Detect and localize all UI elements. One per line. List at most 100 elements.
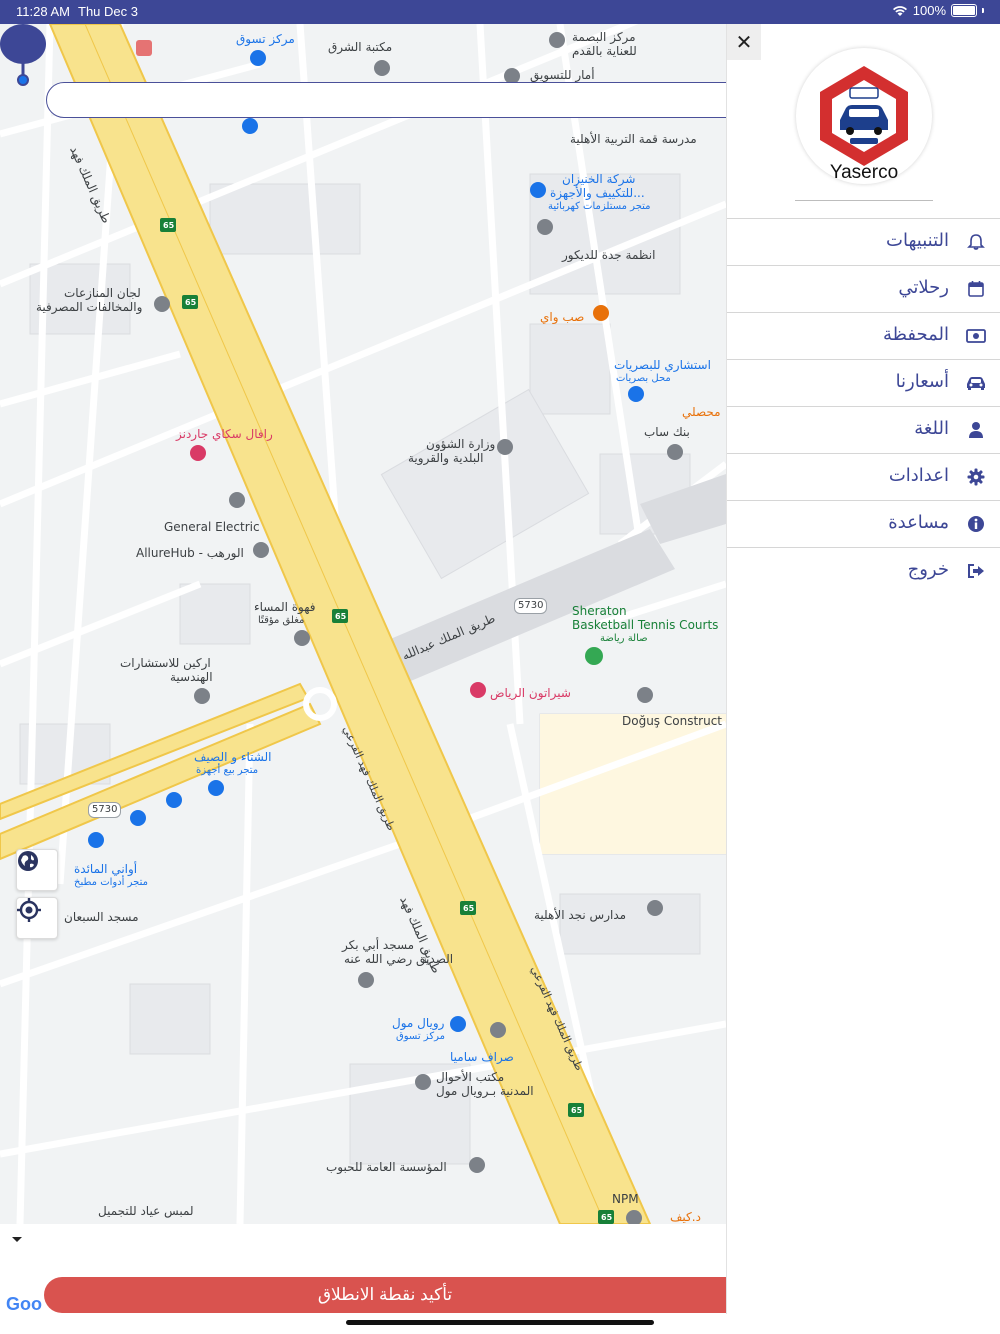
menu-item-label: اعدادات bbox=[888, 465, 949, 486]
sign-out-icon bbox=[965, 560, 987, 582]
map-label: شركة الخنيزان bbox=[562, 172, 636, 186]
menu-item-language[interactable]: اللغة bbox=[727, 407, 1000, 454]
google-logo: Goo bbox=[6, 1294, 42, 1314]
battery-percent: 100% bbox=[912, 3, 946, 18]
menu-item-settings[interactable]: اعدادات bbox=[727, 454, 1000, 501]
battery-tip bbox=[982, 8, 984, 13]
menu-item-help[interactable]: مساعدة bbox=[727, 501, 1000, 548]
map-label: مكتب الأحوال bbox=[436, 1070, 505, 1084]
globe-icon bbox=[18, 851, 38, 871]
status-date: Thu Dec 3 bbox=[78, 4, 138, 19]
map-label: محصلي bbox=[682, 405, 721, 419]
map-label: المؤسسة العامة للحبوب bbox=[326, 1160, 447, 1174]
map-label: للتكييف والأجهزة... bbox=[550, 186, 645, 200]
confirm-pickup-button[interactable]: تأكيد نقطة الانطلاق bbox=[44, 1277, 726, 1313]
pickup-pin-icon[interactable] bbox=[0, 24, 46, 86]
calendar-icon bbox=[965, 278, 987, 300]
menu-item-label: أسعارنا bbox=[895, 371, 949, 392]
menu-item-label: اللغة bbox=[914, 418, 949, 439]
car-icon bbox=[965, 372, 987, 394]
map-label: مركز تسوق bbox=[236, 32, 295, 46]
road-number: 5730 bbox=[514, 598, 548, 614]
map-label: انظمة جدة للديكور bbox=[562, 248, 656, 262]
map-label: الشتاء و الصيف bbox=[194, 750, 272, 764]
menu-item-notifications[interactable]: التنبيهات bbox=[727, 219, 1000, 266]
map-label: Sheraton bbox=[572, 604, 627, 618]
home-indicator[interactable] bbox=[346, 1320, 654, 1325]
close-button[interactable]: ✕ bbox=[727, 24, 761, 60]
map-label: صب واي bbox=[540, 310, 585, 324]
map-label: Basketball Tennis Courts bbox=[572, 618, 719, 632]
map-label: General Electric bbox=[164, 520, 260, 534]
map-label: متجر بيع أجهزة bbox=[196, 765, 259, 776]
map-label: صالة رياضة bbox=[600, 633, 648, 644]
map-label: مدارس نجد الأهلية bbox=[534, 908, 627, 922]
map-label: رافال سكاي جاردنز bbox=[176, 427, 273, 441]
map-label: الهندسية bbox=[170, 670, 213, 684]
map-label: مركز البصمة bbox=[572, 30, 636, 44]
svg-text:65: 65 bbox=[163, 221, 175, 230]
gear-icon bbox=[965, 466, 987, 488]
status-bar: 11:28 AM Thu Dec 3 100% bbox=[0, 0, 1000, 24]
map-view[interactable]: 65 65 65 65 65 65 مكتبة الشرق مركز البصم… bbox=[0, 24, 726, 1224]
map-label: شيراتون الرياض bbox=[490, 686, 571, 700]
map-label: أواني المائدة bbox=[74, 862, 138, 876]
brand-name: Yaserco bbox=[829, 162, 899, 183]
map-label: محل بصريات bbox=[616, 373, 671, 384]
map-label: بنك ساب bbox=[644, 425, 690, 439]
map-label: مغلق مؤقتًا bbox=[258, 615, 305, 626]
svg-text:65: 65 bbox=[463, 904, 475, 913]
wifi-icon bbox=[892, 5, 907, 16]
menu-item-wallet[interactable]: المحفظة bbox=[727, 313, 1000, 360]
user-icon bbox=[965, 419, 987, 441]
map-label: والمخالفات المصرفية bbox=[36, 300, 143, 314]
map-label: وزارة الشؤون bbox=[426, 437, 496, 451]
map-label: صراف ساميا bbox=[450, 1050, 514, 1064]
menu-item-label: المحفظة bbox=[882, 324, 949, 345]
map-label: NPM bbox=[612, 1192, 639, 1206]
menu-item-label: التنبيهات bbox=[886, 230, 949, 251]
map-label: لمبس عياد للتجميل bbox=[98, 1204, 194, 1218]
status-right: 100% bbox=[892, 3, 984, 18]
drawer-menu: التنبيهات رحلاتي المحفظة أسعارنا اللغة ا… bbox=[727, 218, 1000, 594]
map-label: فهوة المساء bbox=[254, 600, 316, 614]
menu-item-my-trips[interactable]: رحلاتي bbox=[727, 266, 1000, 313]
search-input[interactable] bbox=[46, 82, 746, 118]
map-label: اركين للاستشارات bbox=[120, 656, 211, 670]
crosshair-icon bbox=[17, 898, 41, 922]
map-label: AllureHub - الورهب bbox=[136, 546, 244, 560]
menu-item-prices[interactable]: أسعارنا bbox=[727, 360, 1000, 407]
map-label: المدنية بـرويال مول bbox=[436, 1084, 534, 1098]
svg-text:65: 65 bbox=[571, 1106, 583, 1115]
map-label: مكتبة الشرق bbox=[328, 40, 393, 54]
info-icon bbox=[965, 513, 987, 535]
road-number: 5730 bbox=[88, 802, 122, 818]
menu-item-label: رحلاتي bbox=[898, 277, 949, 298]
svg-text:65: 65 bbox=[335, 612, 347, 621]
map-label: متجر مستلزمات كهربائية bbox=[548, 201, 651, 212]
status-time: 11:28 AM bbox=[16, 4, 70, 19]
map-label: متجر أدوات مطبخ bbox=[74, 877, 148, 888]
menu-item-label: خروج bbox=[907, 559, 949, 580]
map-label: Doğuş Construct bbox=[622, 714, 722, 728]
map-label: رويال مول bbox=[392, 1016, 445, 1030]
menu-item-label: مساعدة bbox=[888, 512, 949, 533]
map-label: مسجد أبي بكر bbox=[342, 938, 415, 952]
globe-button[interactable] bbox=[16, 849, 58, 891]
map-label: مسجد السبعان bbox=[64, 910, 139, 924]
map-label: مركز تسوق bbox=[396, 1031, 445, 1042]
map-label: للعناية بالقدم bbox=[572, 44, 637, 58]
money-icon bbox=[965, 325, 987, 347]
my-location-button[interactable] bbox=[16, 897, 58, 939]
map-label: د.كيف bbox=[670, 1210, 701, 1224]
divider bbox=[795, 200, 933, 201]
menu-item-logout[interactable]: خروج bbox=[727, 548, 1000, 594]
dropdown-arrow-icon[interactable] bbox=[12, 1237, 22, 1242]
battery-icon bbox=[951, 4, 977, 17]
map-label: لجان المنازعات bbox=[64, 286, 141, 300]
map-label: البلدية والقروية bbox=[408, 451, 484, 465]
bell-icon bbox=[965, 231, 987, 253]
map-label: استشاري للبصريات bbox=[614, 358, 711, 372]
side-drawer: ✕ Yaserco التنبيهات رحلاتي المحفظة أسعار… bbox=[726, 24, 1000, 1314]
svg-text:65: 65 bbox=[601, 1213, 613, 1222]
